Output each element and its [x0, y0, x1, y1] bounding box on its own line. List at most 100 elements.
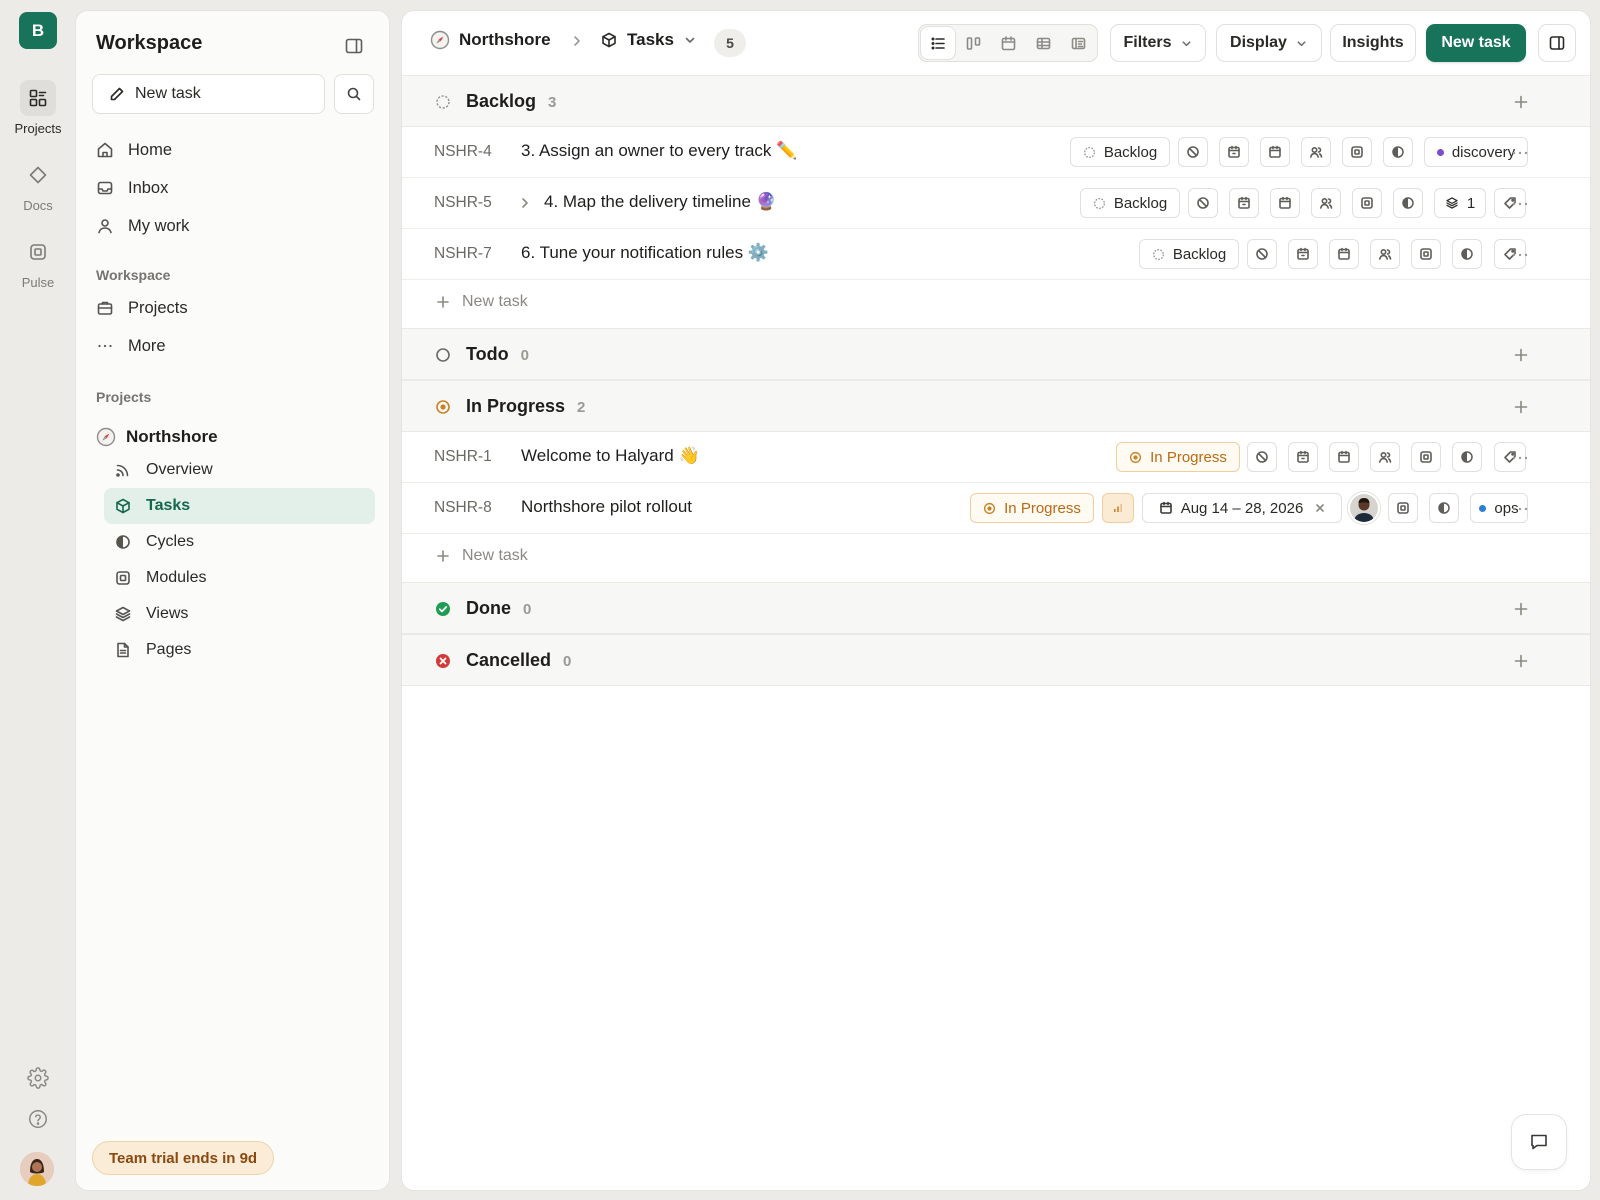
display-button[interactable]: Display	[1216, 24, 1322, 62]
project-nav-pages[interactable]: Pages	[104, 632, 375, 668]
row-more-icon[interactable]	[1506, 144, 1534, 162]
calendar-view-icon[interactable]	[991, 27, 1025, 59]
cycle-icon[interactable]	[1393, 188, 1423, 218]
project-nav-cycles[interactable]: Cycles	[104, 524, 375, 560]
project-nav-tasks[interactable]: Tasks	[104, 488, 375, 524]
assignee-icon[interactable]	[1311, 188, 1341, 218]
start-date-icon[interactable]	[1229, 188, 1259, 218]
assignee-icon[interactable]	[1370, 442, 1400, 472]
state-chip[interactable]: Backlog	[1080, 188, 1180, 218]
row-more-icon[interactable]	[1506, 246, 1534, 264]
task-row[interactable]: NSHR-4 3. Assign an owner to every track…	[402, 127, 1590, 178]
trial-badge[interactable]: Team trial ends in 9d	[92, 1141, 275, 1175]
group-header-todo[interactable]: Todo 0	[402, 328, 1590, 380]
project-nav-modules[interactable]: Modules	[104, 560, 375, 596]
sub-issues-chip[interactable]: 1	[1434, 188, 1486, 218]
task-row[interactable]: NSHR-5 4. Map the delivery timeline 🔮 Ba…	[402, 178, 1590, 229]
priority-none-icon[interactable]	[1188, 188, 1218, 218]
task-row[interactable]: NSHR-1 Welcome to Halyard 👋 In Progress	[402, 432, 1590, 483]
list-view-icon[interactable]	[921, 27, 955, 59]
task-title[interactable]: Welcome to Halyard 👋	[521, 446, 700, 466]
sidebar-item-inbox[interactable]: Inbox	[96, 175, 168, 201]
cycle-icon[interactable]	[1383, 137, 1413, 167]
task-title[interactable]: Northshore pilot rollout	[521, 497, 692, 517]
cycle-icon[interactable]	[1452, 239, 1482, 269]
inline-new-task-button[interactable]: New task	[436, 293, 528, 311]
priority-none-icon[interactable]	[1178, 137, 1208, 167]
due-date-icon[interactable]	[1329, 442, 1359, 472]
start-date-icon[interactable]	[1288, 239, 1318, 269]
project-nav-views[interactable]: Views	[104, 596, 375, 632]
group-header-in-progress[interactable]: In Progress 2	[402, 380, 1590, 432]
board-view-icon[interactable]	[956, 27, 990, 59]
due-date-icon[interactable]	[1260, 137, 1290, 167]
row-more-icon[interactable]	[1506, 195, 1534, 213]
expand-chevron-icon[interactable]	[518, 196, 532, 210]
inline-new-task-button[interactable]: New task	[436, 547, 528, 565]
assignee-icon[interactable]	[1301, 137, 1331, 167]
row-more-icon[interactable]	[1506, 500, 1534, 518]
group-header-backlog[interactable]: Backlog 3	[402, 75, 1590, 127]
state-chip[interactable]: Backlog	[1139, 239, 1239, 269]
date-range-chip[interactable]: Aug 14 – 28, 2026	[1142, 493, 1342, 523]
module-icon[interactable]	[1352, 188, 1382, 218]
rail-item-pulse[interactable]: Pulse	[0, 234, 76, 290]
filters-button[interactable]: Filters	[1110, 24, 1206, 62]
add-task-plus-icon[interactable]	[1509, 649, 1533, 673]
new-task-button[interactable]: New task	[1426, 24, 1526, 62]
priority-none-icon[interactable]	[1247, 239, 1277, 269]
project-northshore[interactable]: Northshore	[96, 427, 218, 447]
breadcrumb-tasks[interactable]: Tasks	[600, 30, 697, 50]
add-task-plus-icon[interactable]	[1509, 343, 1533, 367]
gantt-view-icon[interactable]	[1061, 27, 1095, 59]
sidebar-search-button[interactable]	[334, 74, 374, 114]
user-avatar[interactable]	[20, 1152, 54, 1186]
group-header-cancelled[interactable]: Cancelled 0	[402, 634, 1590, 686]
due-date-icon[interactable]	[1329, 239, 1359, 269]
project-nav-overview[interactable]: Overview	[104, 452, 375, 488]
rail-item-projects[interactable]: Projects	[0, 80, 76, 136]
side-panel-toggle-icon[interactable]	[1538, 24, 1576, 62]
insights-button[interactable]: Insights	[1330, 24, 1416, 62]
module-icon[interactable]	[1388, 493, 1418, 523]
cycle-icon[interactable]	[1429, 493, 1459, 523]
state-chip[interactable]: In Progress	[970, 493, 1094, 523]
sidebar-new-task-button[interactable]: New task	[92, 74, 325, 114]
due-date-icon[interactable]	[1270, 188, 1300, 218]
help-icon[interactable]	[24, 1105, 52, 1133]
start-date-icon[interactable]	[1219, 137, 1249, 167]
sidebar-item-home[interactable]: Home	[96, 137, 172, 163]
add-task-plus-icon[interactable]	[1509, 90, 1533, 114]
rail-item-docs[interactable]: Docs	[0, 157, 76, 213]
sidebar-item-more[interactable]: More	[96, 333, 166, 359]
table-view-icon[interactable]	[1026, 27, 1060, 59]
cycle-icon[interactable]	[1452, 442, 1482, 472]
module-icon[interactable]	[1411, 442, 1441, 472]
workspace-logo[interactable]: B	[19, 12, 57, 49]
sidebar-item-my-work[interactable]: My work	[96, 213, 189, 239]
state-chip[interactable]: In Progress	[1116, 442, 1240, 472]
settings-gear-icon[interactable]	[24, 1064, 52, 1092]
state-chip[interactable]: Backlog	[1070, 137, 1170, 167]
module-icon[interactable]	[1411, 239, 1441, 269]
assignee-icon[interactable]	[1370, 239, 1400, 269]
add-task-plus-icon[interactable]	[1509, 597, 1533, 621]
start-date-icon[interactable]	[1288, 442, 1318, 472]
breadcrumb-project[interactable]: Northshore	[430, 30, 551, 50]
task-row[interactable]: NSHR-7 6. Tune your notification rules ⚙…	[402, 229, 1590, 280]
priority-none-icon[interactable]	[1247, 442, 1277, 472]
assignee-avatar[interactable]	[1348, 492, 1380, 524]
clear-date-close-icon[interactable]	[1315, 503, 1325, 513]
chat-bubble-icon[interactable]	[1512, 1115, 1566, 1169]
task-row[interactable]: NSHR-8 Northshore pilot rollout In Progr…	[402, 483, 1590, 534]
task-title[interactable]: 4. Map the delivery timeline 🔮	[544, 192, 777, 212]
sidebar-toggle-icon[interactable]	[342, 34, 366, 58]
row-more-icon[interactable]	[1506, 449, 1534, 467]
add-task-plus-icon[interactable]	[1509, 395, 1533, 419]
sidebar-item-projects[interactable]: Projects	[96, 295, 188, 321]
module-icon[interactable]	[1342, 137, 1372, 167]
priority-bars-icon[interactable]	[1102, 493, 1134, 523]
task-title[interactable]: 6. Tune your notification rules ⚙️	[521, 243, 769, 263]
task-title[interactable]: 3. Assign an owner to every track ✏️	[521, 141, 797, 161]
group-header-done[interactable]: Done 0	[402, 582, 1590, 634]
